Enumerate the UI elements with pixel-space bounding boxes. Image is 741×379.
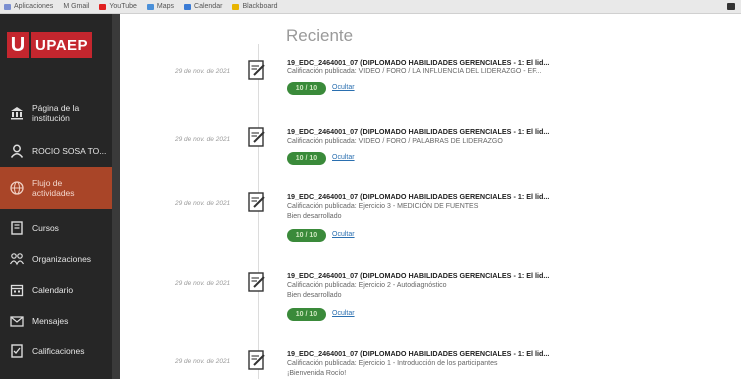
- entry-subtitle: Calificación publicada: VIDEO / FORO / L…: [287, 68, 542, 75]
- upaep-logo[interactable]: U UPAEP: [7, 30, 111, 60]
- activity-entry: 29 de nov. de 2021 19_EDC_2464001_07 (DI…: [120, 344, 741, 379]
- activity-stream-panel: Reciente 29 de nov. de 2021 19_EDC_24640…: [120, 14, 741, 379]
- grade-badge: 10 / 10: [287, 82, 326, 95]
- sidebar-item-label: Calendario: [32, 285, 74, 295]
- sidebar-item-label: Flujo de actividades: [32, 178, 75, 198]
- entry-date: 29 de nov. de 2021: [175, 136, 231, 143]
- sidebar-item-label: Mensajes: [32, 316, 69, 326]
- bookmark-apps[interactable]: Aplicaciones: [4, 3, 53, 10]
- entry-feedback: Bien desarrollado: [287, 213, 342, 220]
- bookmark-maps[interactable]: Maps: [146, 3, 174, 10]
- calendar-icon: [10, 283, 24, 297]
- sidebar-item-grades[interactable]: Calificaciones: [0, 341, 112, 361]
- entry-date: 29 de nov. de 2021: [175, 358, 231, 365]
- graded-document-icon: [248, 272, 266, 292]
- grade-badge: 10 / 10: [287, 229, 326, 242]
- hide-link[interactable]: Ocultar: [332, 310, 355, 317]
- entry-title[interactable]: 19_EDC_2464001_07 (DIPLOMADO HABILIDADES…: [287, 349, 549, 358]
- entry-date: 29 de nov. de 2021: [175, 68, 231, 75]
- grades-icon: [10, 344, 24, 358]
- sidebar-item-courses[interactable]: Cursos: [0, 218, 112, 238]
- apps-icon: [4, 3, 11, 10]
- hide-link[interactable]: Ocultar: [332, 84, 355, 91]
- entry-subtitle: Calificación publicada: VIDEO / FORO / P…: [287, 138, 503, 145]
- messages-icon: [10, 314, 24, 328]
- section-heading: Reciente: [286, 26, 354, 45]
- graded-document-icon: [248, 60, 266, 80]
- entry-title[interactable]: 19_EDC_2464001_07 (DIPLOMADO HABILIDADES…: [287, 127, 549, 136]
- entry-date: 29 de nov. de 2021: [175, 280, 231, 287]
- sidebar-item-label: Calificaciones: [32, 346, 85, 356]
- institution-icon: [10, 106, 24, 120]
- globe-icon: [10, 181, 24, 195]
- sidebar-scrollbar[interactable]: [112, 14, 120, 379]
- grade-badge: 10 / 10: [287, 308, 326, 321]
- sidebar-item-activity-stream[interactable]: Flujo de actividades: [0, 167, 112, 209]
- entry-title[interactable]: 19_EDC_2464001_07 (DIPLOMADO HABILIDADES…: [287, 271, 549, 280]
- bookmarks-bar: Aplicaciones M Gmail YouTube Maps Calend…: [0, 0, 741, 14]
- entry-date: 29 de nov. de 2021: [175, 200, 231, 207]
- activity-entry: 29 de nov. de 2021 19_EDC_2464001_07 (DI…: [120, 126, 741, 196]
- entry-subtitle: Calificación publicada: Ejercicio 1 - In…: [287, 360, 498, 367]
- sidebar-item-label: Organizaciones: [32, 254, 92, 264]
- grade-badge: 10 / 10: [287, 152, 326, 165]
- entry-feedback: ¡Bienvenida Rocío!: [287, 370, 347, 377]
- bookmark-calendar[interactable]: Calendar: [184, 3, 222, 10]
- entry-subtitle: Calificación publicada: Ejercicio 2 - Au…: [287, 282, 447, 289]
- hide-link[interactable]: Ocultar: [332, 231, 355, 238]
- sidebar-item-label: Página de la institución: [32, 103, 80, 123]
- entry-title[interactable]: 19_EDC_2464001_07 (DIPLOMADO HABILIDADES…: [287, 192, 549, 201]
- youtube-icon: [99, 3, 107, 10]
- folder-icon: [232, 3, 240, 10]
- entry-title[interactable]: 19_EDC_2464001_07 (DIPLOMADO HABILIDADES…: [287, 58, 549, 67]
- activity-entry: 29 de nov. de 2021 19_EDC_2464001_07 (DI…: [120, 268, 741, 338]
- calendar-icon: [184, 3, 192, 10]
- sidebar-item-label: Cursos: [32, 223, 59, 233]
- sidebar-item-institution[interactable]: Página de la institución: [0, 98, 112, 128]
- graded-document-icon: [248, 192, 266, 212]
- entry-feedback: Bien desarrollado: [287, 292, 342, 299]
- maps-icon: [146, 3, 154, 10]
- hide-link[interactable]: Ocultar: [332, 154, 355, 161]
- sidebar-item-messages[interactable]: Mensajes: [0, 311, 112, 331]
- sidebar-item-calendar[interactable]: Calendario: [0, 280, 112, 300]
- graded-document-icon: [248, 127, 266, 147]
- bookmark-gmail[interactable]: M Gmail: [63, 3, 89, 10]
- user-icon: [10, 144, 24, 158]
- logo-letter: U: [7, 32, 29, 58]
- more-bookmarks-icon[interactable]: [727, 3, 735, 10]
- bookmark-youtube[interactable]: YouTube: [99, 3, 137, 10]
- organizations-icon: [10, 252, 24, 266]
- bookmark-blackboard[interactable]: Blackboard: [232, 3, 277, 10]
- sidebar-item-organizations[interactable]: Organizaciones: [0, 249, 112, 269]
- logo-name: UPAEP: [31, 32, 93, 58]
- courses-icon: [10, 221, 24, 235]
- activity-entry: 29 de nov. de 2021 19_EDC_2464001_07 (DI…: [120, 190, 741, 260]
- entry-subtitle: Calificación publicada: Ejercicio 3 - ME…: [287, 203, 479, 210]
- activity-entry: 29 de nov. de 2021 19_EDC_2464001_07 (DI…: [120, 56, 741, 126]
- graded-document-icon: [248, 350, 266, 370]
- sidebar-item-profile[interactable]: ROCIO SOSA TO...: [0, 141, 112, 161]
- sidebar-item-label: ROCIO SOSA TO...: [32, 146, 107, 156]
